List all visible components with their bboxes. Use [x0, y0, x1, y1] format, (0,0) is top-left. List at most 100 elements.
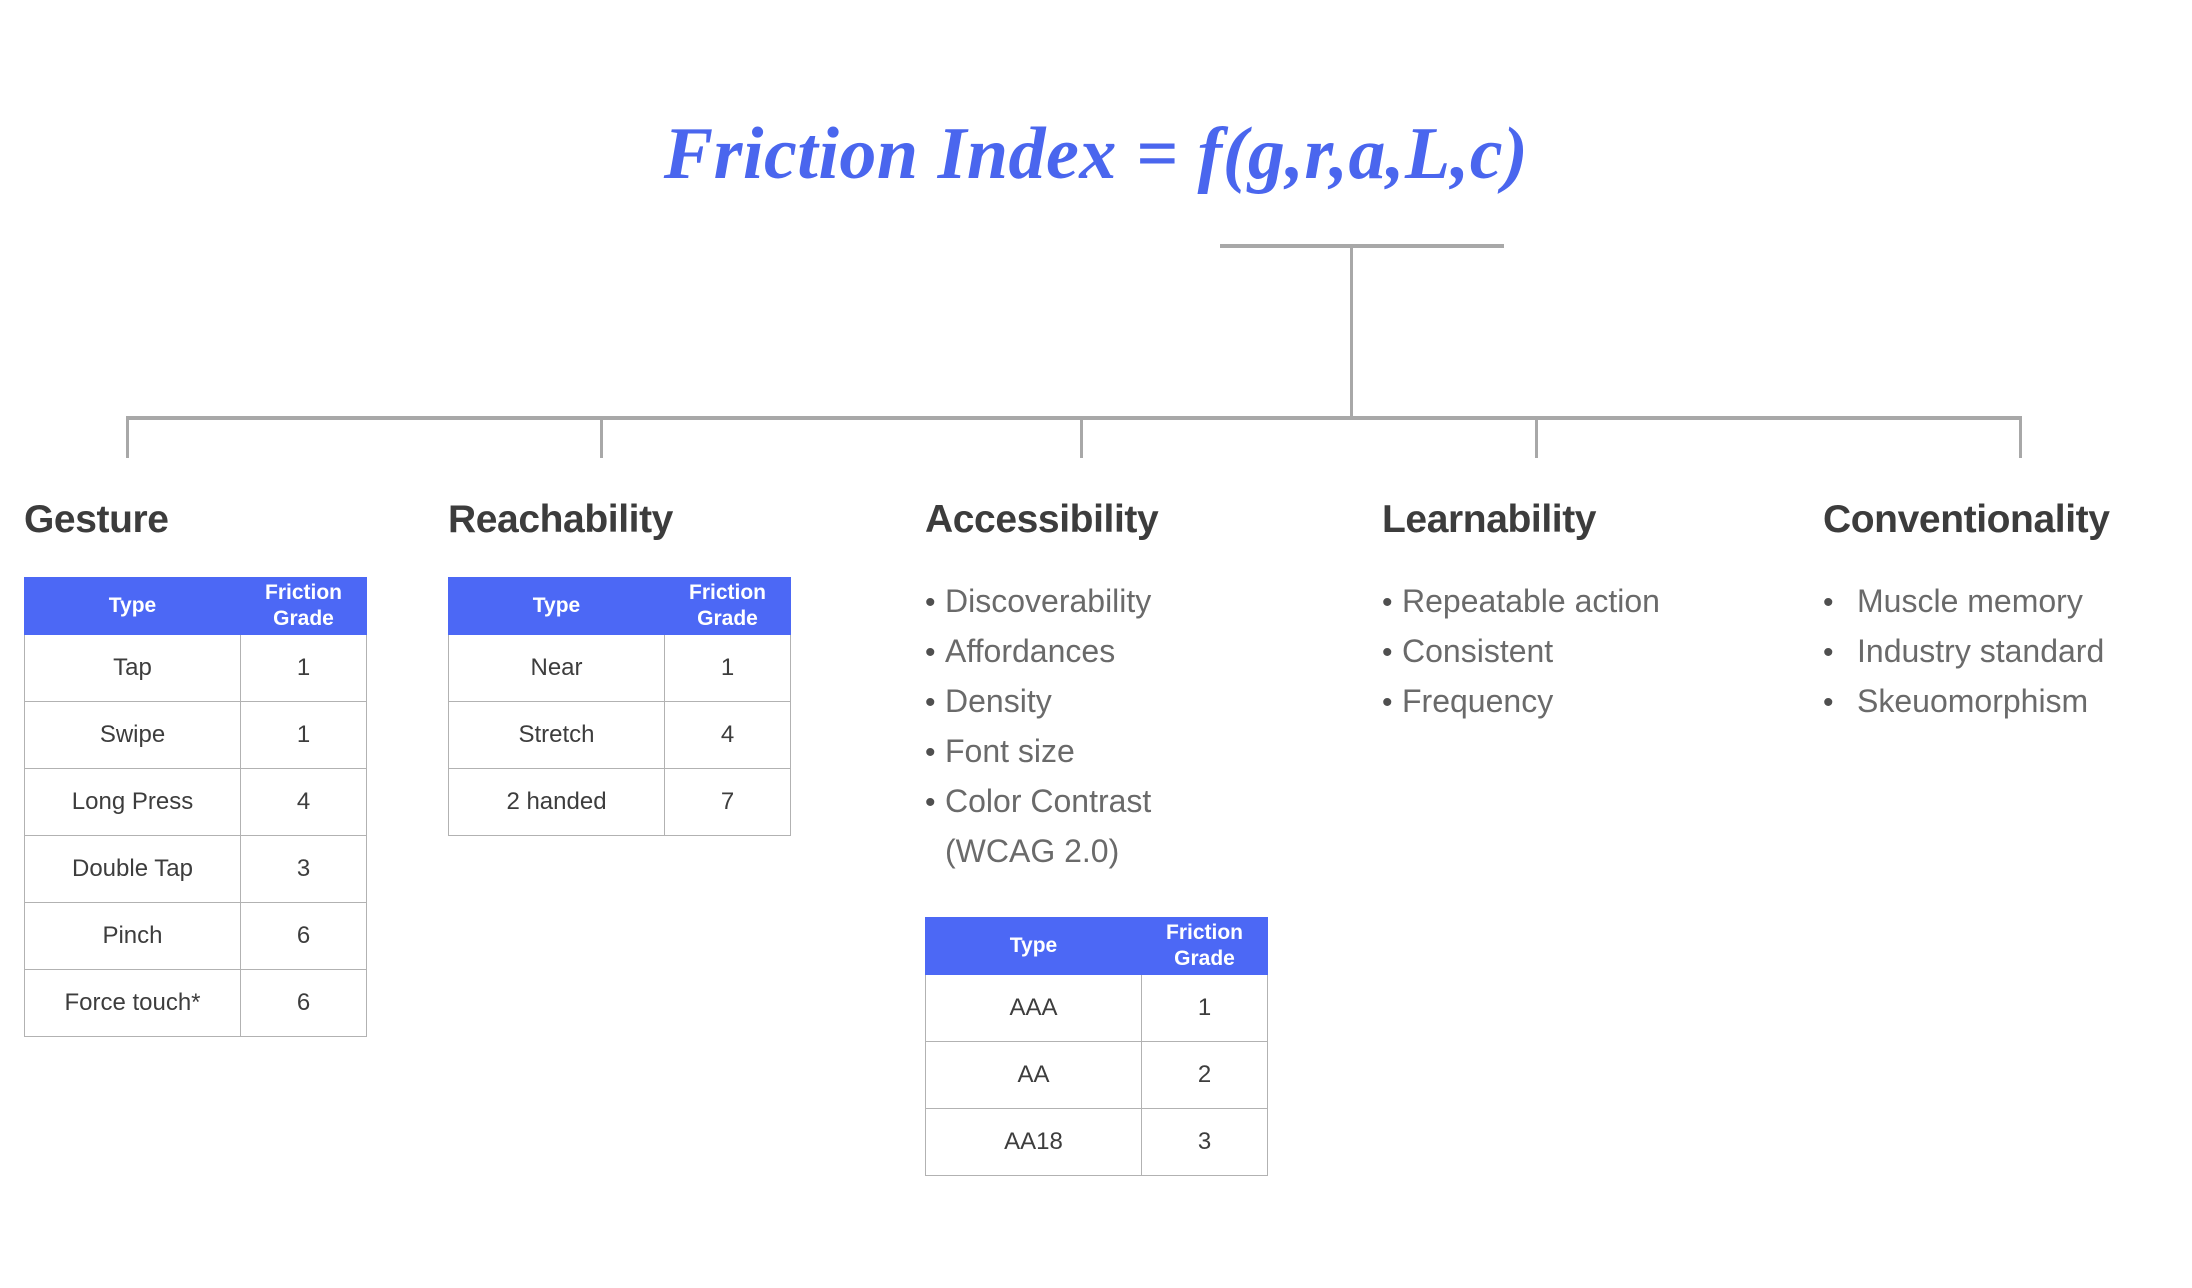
cell-type: Stretch: [448, 701, 665, 769]
cell-type: Double Tap: [24, 835, 241, 903]
table-row: Tap 1: [24, 634, 367, 702]
section-learnability: Learnability • Repeatable action • Consi…: [1382, 500, 1812, 727]
table-header-type: Type: [24, 577, 241, 635]
section-conventionality: Conventionality • Muscle memory • Indust…: [1823, 500, 2192, 727]
list-item: • Repeatable action: [1382, 577, 1812, 627]
accessibility-table: Type Friction Grade AAA 1 AA 2 AA18 3: [925, 917, 1268, 1176]
table-row: Near 1: [448, 634, 791, 702]
accessibility-bullet-list: • Discoverability • Affordances • Densit…: [925, 577, 1355, 877]
cell-type: Near: [448, 634, 665, 702]
list-item: • Consistent: [1382, 627, 1812, 677]
cell-type: AA: [925, 1041, 1142, 1109]
list-item-label: Density: [945, 683, 1052, 719]
list-item-label: Consistent: [1402, 633, 1554, 669]
section-title-conventionality: Conventionality: [1823, 498, 2110, 541]
section-accessibility: Accessibility • Discoverability • Afford…: [925, 500, 1355, 1176]
table-header-grade: Friction Grade: [664, 577, 791, 635]
cell-type: Pinch: [24, 902, 241, 970]
cell-type: 2 handed: [448, 768, 665, 836]
list-item: • Affordances: [925, 627, 1355, 677]
section-title-reachability: Reachability: [448, 498, 673, 541]
bullet-icon: •: [925, 586, 936, 619]
section-title-learnability: Learnability: [1382, 498, 1597, 541]
table-header-type: Type: [448, 577, 665, 635]
cell-type: Swipe: [24, 701, 241, 769]
cell-grade: 6: [240, 969, 367, 1037]
bullet-icon: •: [1823, 586, 1834, 619]
learnability-bullet-list: • Repeatable action • Consistent • Frequ…: [1382, 577, 1812, 727]
list-item: • Industry standard: [1823, 627, 2192, 677]
table-row: Pinch 6: [24, 902, 367, 970]
conventionality-bullet-list: • Muscle memory • Industry standard • Sk…: [1823, 577, 2192, 727]
connector-drop-reachability: [600, 418, 603, 458]
table-row: Swipe 1: [24, 701, 367, 769]
connector-top-stem: [1350, 246, 1353, 418]
bullet-icon: •: [1382, 636, 1393, 669]
table-row: AA 2: [925, 1041, 1268, 1109]
bullet-icon: •: [925, 636, 936, 669]
list-item-label: Industry standard: [1857, 633, 2105, 669]
cell-grade: 4: [664, 701, 791, 769]
cell-grade: 1: [1141, 974, 1268, 1042]
table-row: Long Press 4: [24, 768, 367, 836]
list-item: • Color Contrast: [925, 777, 1355, 827]
section-reachability: Reachability Type Friction Grade Near 1 …: [448, 500, 868, 836]
list-item: • Density: [925, 677, 1355, 727]
gesture-table: Type Friction Grade Tap 1 Swipe 1 Long P…: [24, 577, 367, 1037]
table-row: 2 handed 7: [448, 768, 791, 836]
bullet-icon: •: [1823, 636, 1834, 669]
list-item-continuation: • (WCAG 2.0): [925, 827, 1355, 877]
list-item-label: (WCAG 2.0): [945, 833, 1120, 869]
list-item-label: Skeuomorphism: [1857, 683, 2089, 719]
table-row: Double Tap 3: [24, 835, 367, 903]
connector-main-bar: [126, 416, 2022, 420]
list-item: • Frequency: [1382, 677, 1812, 727]
list-item-label: Font size: [945, 733, 1075, 769]
cell-type: Force touch*: [24, 969, 241, 1037]
connector-drop-conventionality: [2019, 418, 2022, 458]
cell-type: Tap: [24, 634, 241, 702]
section-title-accessibility: Accessibility: [925, 498, 1159, 541]
section-gesture: Gesture Type Friction Grade Tap 1 Swipe …: [24, 500, 444, 1037]
list-item-label: Frequency: [1402, 683, 1554, 719]
reachability-table: Type Friction Grade Near 1 Stretch 4 2 h…: [448, 577, 791, 836]
connector-drop-gesture: [126, 418, 129, 458]
bullet-icon: •: [1382, 586, 1393, 619]
cell-grade: 3: [1141, 1108, 1268, 1176]
table-header-row: Type Friction Grade: [24, 577, 367, 635]
section-title-gesture: Gesture: [24, 498, 169, 541]
table-header-grade: Friction Grade: [240, 577, 367, 635]
cell-grade: 4: [240, 768, 367, 836]
cell-grade: 6: [240, 902, 367, 970]
bullet-icon: •: [925, 686, 936, 719]
table-header-row: Type Friction Grade: [448, 577, 791, 635]
cell-type: AAA: [925, 974, 1142, 1042]
table-row: AAA 1: [925, 974, 1268, 1042]
cell-grade: 1: [240, 701, 367, 769]
connector-top-bar: [1220, 244, 1504, 248]
cell-type: Long Press: [24, 768, 241, 836]
list-item: • Muscle memory: [1823, 577, 2192, 627]
bullet-icon: •: [925, 786, 936, 819]
table-header-row: Type Friction Grade: [925, 917, 1268, 975]
list-item: • Font size: [925, 727, 1355, 777]
table-row: Stretch 4: [448, 701, 791, 769]
cell-grade: 1: [664, 634, 791, 702]
bullet-icon: •: [925, 736, 936, 769]
list-table-spacer: [925, 877, 1355, 917]
bullet-icon: •: [1382, 686, 1393, 719]
cell-grade: 3: [240, 835, 367, 903]
page-title: Friction Index = f(g,r,a,L,c): [663, 113, 1529, 195]
list-item: • Discoverability: [925, 577, 1355, 627]
cell-type: AA18: [925, 1108, 1142, 1176]
table-row: AA18 3: [925, 1108, 1268, 1176]
list-item-label: Discoverability: [945, 583, 1152, 619]
cell-grade: 1: [240, 634, 367, 702]
connector-drop-accessibility: [1080, 418, 1083, 458]
list-item-label: Affordances: [945, 633, 1116, 669]
table-row: Force touch* 6: [24, 969, 367, 1037]
cell-grade: 2: [1141, 1041, 1268, 1109]
list-item: • Skeuomorphism: [1823, 677, 2192, 727]
list-item-label: Repeatable action: [1402, 583, 1660, 619]
cell-grade: 7: [664, 768, 791, 836]
